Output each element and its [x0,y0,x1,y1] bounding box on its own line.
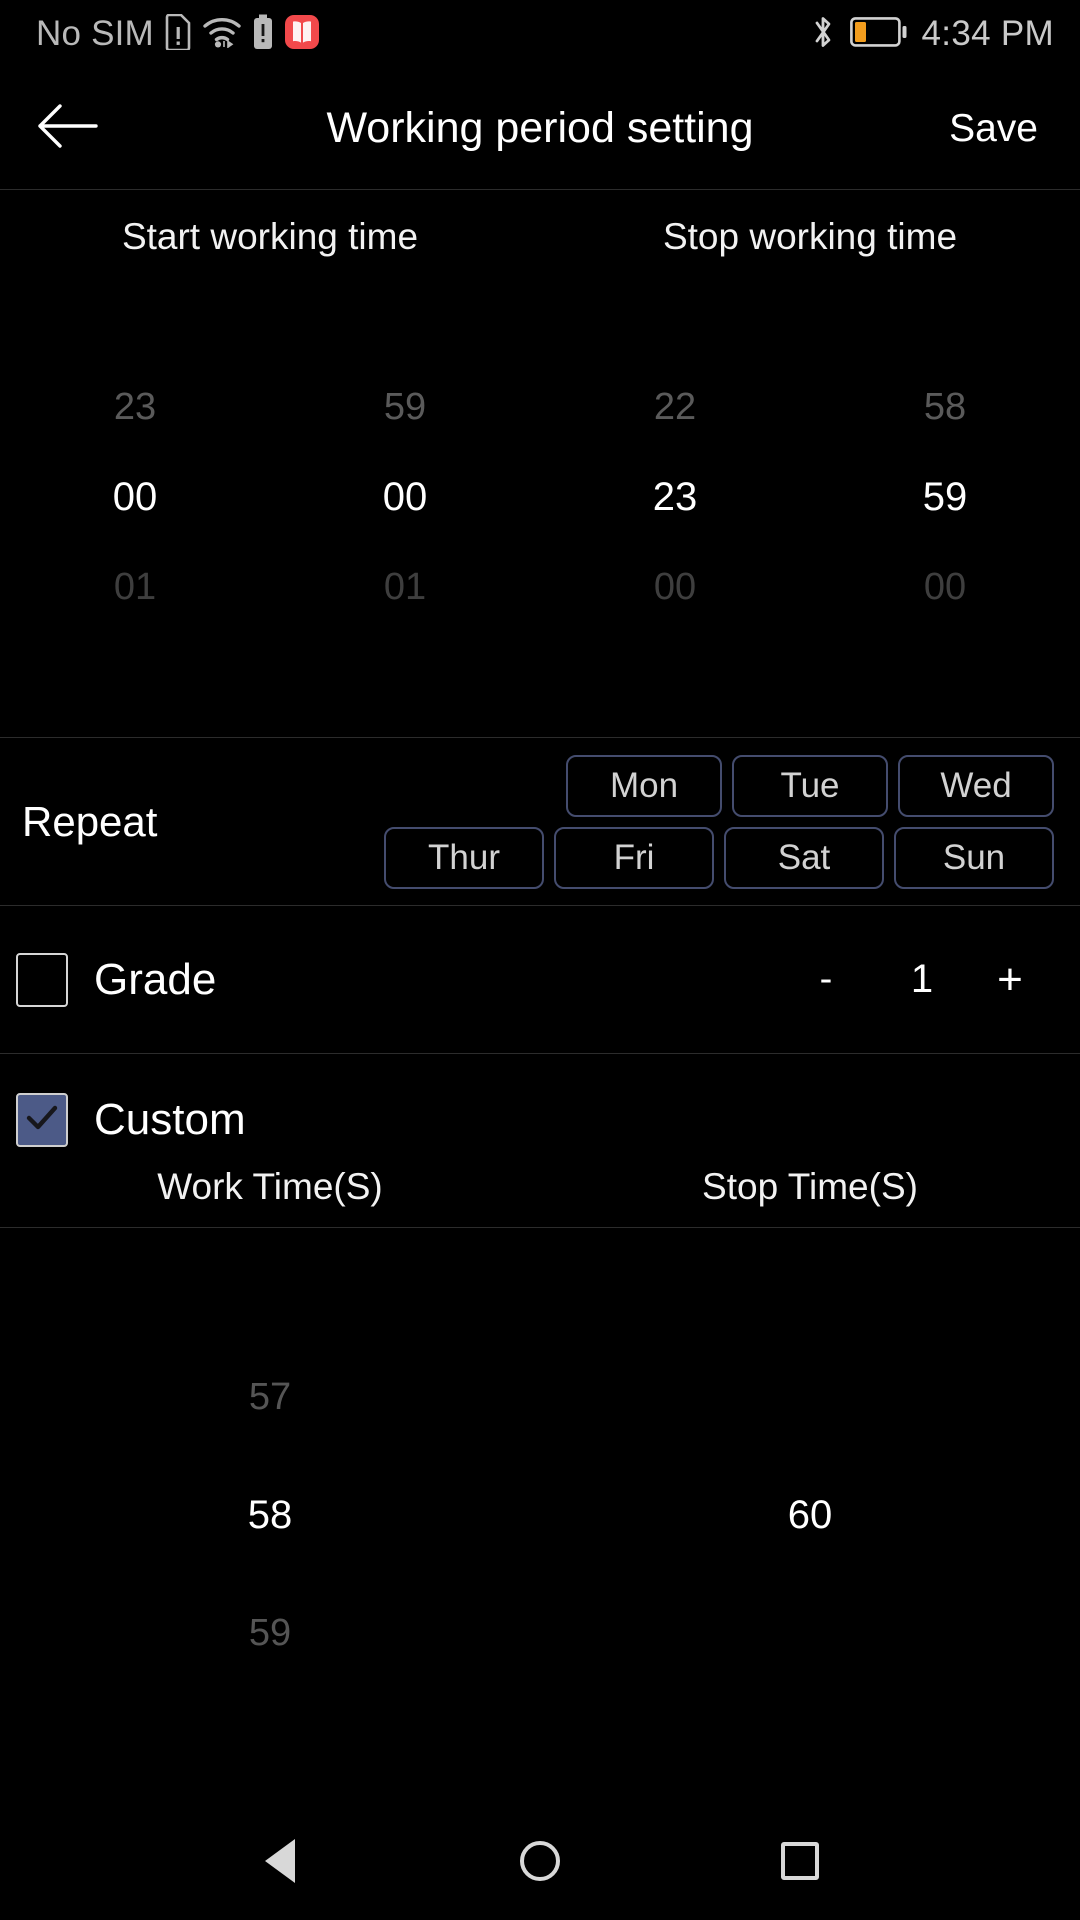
battery-icon [849,16,908,52]
wheel-value-below[interactable]: 59 [0,1574,540,1692]
wheel-value-below[interactable]: 01 [270,543,540,633]
grade-increment-button[interactable]: + [970,955,1050,1005]
work-time-label: Work Time(S) [157,1166,383,1207]
repeat-section: Repeat Mon Tue Wed Thur Fri Sat Sun [0,738,1080,906]
grade-row: Grade - 1 + [0,906,1080,1054]
wifi-icon [202,16,242,53]
stop-minute-wheel[interactable]: 58 59 00 [810,363,1080,633]
grade-value: 1 [910,957,934,1001]
arrow-left-icon [34,101,100,156]
grade-checkbox[interactable] [16,952,68,1007]
back-button[interactable] [34,96,100,162]
picker-headers: Start working time Stop working time [0,190,1080,258]
wheel-value-above[interactable]: 57 [0,1338,540,1456]
wheel-value-selected[interactable]: 23 [540,453,810,543]
grade-decrement-button[interactable]: - [778,958,874,1001]
save-button[interactable]: Save [949,107,1038,151]
grade-stepper: - 1 + [778,955,1050,1005]
stop-time-wheel[interactable]: 60 [540,1338,1080,1692]
nav-home-button[interactable] [485,1806,595,1916]
wheel-value-above[interactable]: 58 [810,363,1080,453]
page-title: Working period setting [326,104,754,152]
wheel-value-below[interactable]: 00 [540,543,810,633]
stop-time-label: Stop Time(S) [702,1166,918,1207]
status-bar-clock: 4:34 PM [921,14,1054,53]
wheel-value-above[interactable]: 23 [0,363,270,453]
book-app-icon [284,14,320,55]
repeat-days-row-2: Thur Fri Sat Sun [384,826,1054,889]
circle-home-icon [520,1841,560,1881]
day-button-thur[interactable]: Thur [384,826,544,889]
custom-label: Custom [94,1095,246,1144]
wheel-value-selected[interactable]: 60 [540,1456,1080,1574]
custom-headers: Work Time(S) Stop Time(S) [0,1166,1080,1228]
nav-recents-button[interactable] [745,1806,855,1916]
wheel-value-below[interactable] [540,1574,1080,1692]
status-bar-right: 4:34 PM [810,13,1054,56]
working-time-picker: Start working time Stop working time 23 … [0,190,1080,738]
repeat-days: Mon Tue Wed Thur Fri Sat Sun [232,754,1054,889]
status-bar: No SIM 4:34 PM [0,0,1080,68]
wheel-value-above[interactable]: 22 [540,363,810,453]
repeat-days-row-1: Mon Tue Wed [566,754,1054,817]
battery-alert-icon [252,14,274,55]
status-bar-left: No SIM [36,13,320,55]
day-button-tue[interactable]: Tue [732,754,888,817]
wheel-value-above[interactable] [540,1338,1080,1456]
check-icon [22,1098,62,1143]
work-time-wheel[interactable]: 57 58 59 [0,1338,540,1692]
grade-label: Grade [94,954,217,1004]
stop-hour-wheel[interactable]: 22 23 00 [540,363,810,633]
wheel-value-selected[interactable]: 58 [0,1456,540,1574]
square-recents-icon [781,1842,819,1880]
wheel-value-below[interactable]: 00 [810,543,1080,633]
wheel-value-selected[interactable]: 00 [270,453,540,543]
wheel-value-selected[interactable]: 59 [810,453,1080,543]
day-button-sun[interactable]: Sun [894,826,1054,889]
nav-back-button[interactable] [225,1806,335,1916]
wheel-value-above[interactable]: 59 [270,363,540,453]
custom-time-wheels: 57 58 59 60 [0,1228,1080,1802]
carrier-label: No SIM [36,14,154,53]
start-minute-wheel[interactable]: 59 00 01 [270,363,540,633]
bluetooth-icon [810,13,836,56]
android-nav-bar [0,1802,1080,1920]
sim-alert-icon [164,13,192,55]
phone-screen: No SIM 4:34 PM Working period setting Sa… [0,0,1080,1920]
repeat-label: Repeat [22,797,158,845]
wheel-value-selected[interactable]: 00 [0,453,270,543]
day-button-mon[interactable]: Mon [566,754,722,817]
start-hour-wheel[interactable]: 23 00 01 [0,363,270,633]
day-button-wed[interactable]: Wed [898,754,1054,817]
custom-row: Custom [0,1074,1080,1166]
start-working-time-label: Start working time [121,216,419,257]
time-wheels: 23 00 01 59 00 01 22 23 00 58 59 00 [0,258,1080,737]
day-button-sat[interactable]: Sat [724,826,884,889]
triangle-back-icon [265,1839,295,1883]
app-header: Working period setting Save [0,68,1080,190]
wheel-value-below[interactable]: 01 [0,543,270,633]
stop-working-time-label: Stop working time [662,216,958,257]
day-button-fri[interactable]: Fri [554,826,714,889]
custom-checkbox[interactable] [16,1093,68,1147]
